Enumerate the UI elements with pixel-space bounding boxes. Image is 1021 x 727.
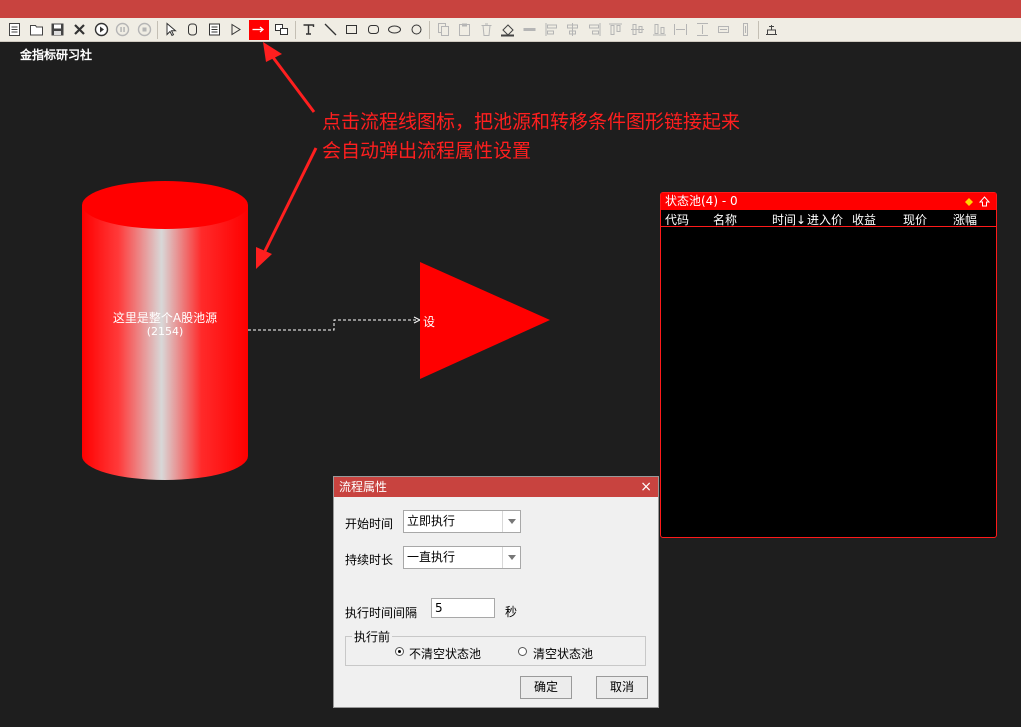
column-header[interactable]: 代码 <box>665 211 689 228</box>
start-time-value: 立即执行 <box>407 514 456 528</box>
annotation-line-1: 点击流程线图标，把池源和转移条件图形链接起来 <box>322 111 741 133</box>
close-icon[interactable]: × <box>640 477 652 497</box>
duration-select[interactable]: 一直执行 <box>403 546 521 569</box>
clear-pool-radio[interactable] <box>518 647 527 656</box>
duration-value: 一直执行 <box>407 550 456 564</box>
flow-properties-dialog: 流程属性 × 开始时间 立即执行 持续时长 一直执行 执行时间间隔 5 秒 执行… <box>333 476 659 708</box>
expand-up-icon[interactable] <box>979 196 990 207</box>
clear-pool-label[interactable]: 清空状态池 <box>533 645 593 662</box>
state-pool-panel[interactable]: 状态池(4) - 0 代码 名称 时间↓ 进入价 收益 现价 涨幅 <box>660 192 997 538</box>
ok-button[interactable]: 确定 <box>520 676 572 699</box>
column-header[interactable]: 涨幅 <box>953 211 977 228</box>
interval-input[interactable]: 5 <box>431 598 495 618</box>
annotation-arrow-up <box>263 42 316 113</box>
keep-pool-radio[interactable] <box>395 647 404 656</box>
before-run-group-label: 执行前 <box>352 628 393 645</box>
state-pool-columns: 代码 名称 时间↓ 进入价 收益 现价 涨幅 <box>661 210 996 227</box>
pool-source-label: 这里是整个A股池源 <box>112 311 218 325</box>
state-pool-title: 状态池(4) - 0 <box>665 194 738 208</box>
column-header[interactable]: 收益 <box>852 211 876 228</box>
pool-source-count: (2154) <box>146 325 184 338</box>
start-time-label: 开始时间 <box>345 517 394 531</box>
interval-label: 执行时间间隔 <box>345 606 418 620</box>
column-header[interactable]: 名称 <box>713 211 737 228</box>
annotation-line-2: 会自动弹出流程属性设置 <box>322 140 532 162</box>
chevron-down-icon[interactable] <box>502 547 520 568</box>
flow-connector-line[interactable] <box>248 319 418 331</box>
annotation-arrow-down <box>256 147 318 269</box>
column-header[interactable]: 现价 <box>903 211 927 228</box>
state-pool-header[interactable]: 状态池(4) - 0 <box>661 193 996 210</box>
diamond-icon[interactable] <box>965 197 973 206</box>
condition-triangle[interactable] <box>420 262 550 379</box>
dialog-title: 流程属性 <box>339 480 388 494</box>
cancel-button[interactable]: 取消 <box>596 676 648 699</box>
start-time-select[interactable]: 立即执行 <box>403 510 521 533</box>
duration-label: 持续时长 <box>345 553 394 567</box>
interval-unit: 秒 <box>505 605 518 619</box>
column-header[interactable]: 进入价 <box>807 211 843 228</box>
annotation-text: 点击流程线图标，把池源和转移条件图形链接起来 会自动弹出流程属性设置 <box>322 108 740 166</box>
chevron-down-icon[interactable] <box>502 511 520 532</box>
keep-pool-label[interactable]: 不清空状态池 <box>409 645 481 662</box>
condition-label: 设 <box>423 315 436 329</box>
column-header[interactable]: 时间↓ <box>772 211 806 228</box>
dialog-title-bar[interactable]: 流程属性 × <box>334 477 658 497</box>
